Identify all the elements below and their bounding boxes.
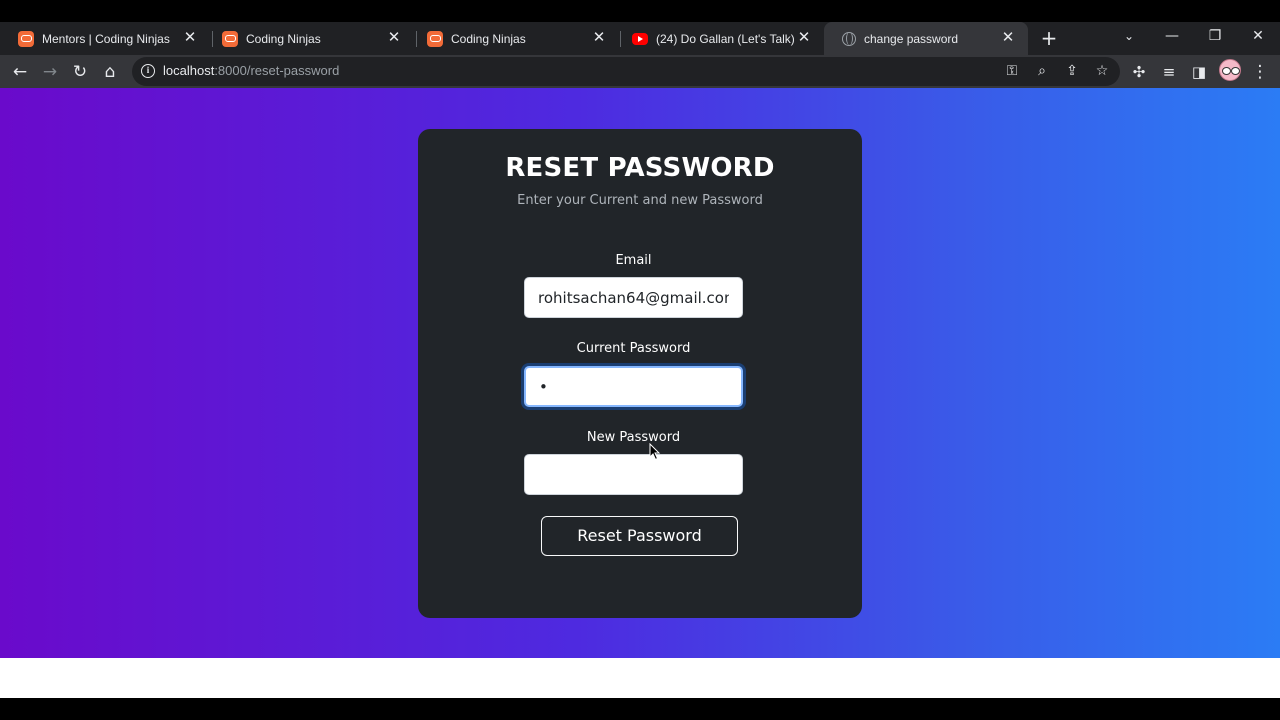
reload-icon[interactable]: ↻ — [67, 59, 93, 85]
tab-title: (24) Do Gallan (Let's Talk) - Yo — [656, 31, 798, 46]
media-queue-icon[interactable]: ≡ — [1156, 59, 1182, 85]
page-title: RESET PASSWORD — [505, 153, 775, 183]
page-footer-white — [0, 658, 1280, 698]
coding-ninjas-icon — [18, 30, 34, 47]
tab-title: change password — [864, 31, 959, 46]
tab-coding-ninjas-1[interactable]: Coding Ninjas ✕ — [204, 22, 414, 55]
zoom-icon[interactable]: ⌕ — [1031, 60, 1053, 82]
coding-ninjas-icon — [427, 30, 443, 47]
close-icon[interactable]: ✕ — [182, 30, 198, 46]
back-arrow-icon[interactable]: ← — [7, 59, 33, 85]
key-icon[interactable]: ⚿ — [1001, 60, 1023, 82]
address-bar[interactable]: i localhost:8000/reset-password ⚿ ⌕ ⇪ ☆ — [132, 57, 1120, 86]
tab-title: Mentors | Coding Ninjas — [42, 31, 170, 46]
close-icon[interactable]: ✕ — [1000, 30, 1016, 46]
video-letterbox-bottom — [0, 698, 1280, 720]
restore-icon[interactable]: ❐ — [1194, 22, 1236, 52]
tab-title: Coding Ninjas — [451, 31, 526, 46]
tab-mentors[interactable]: Mentors | Coding Ninjas ✕ — [0, 22, 210, 55]
email-label: Email — [615, 253, 652, 268]
coding-ninjas-icon — [222, 30, 238, 47]
youtube-icon — [632, 32, 648, 45]
new-password-label: New Password — [586, 430, 681, 445]
globe-icon — [842, 31, 856, 46]
tab-change-password[interactable]: change password ✕ — [824, 22, 1028, 55]
minimize-icon[interactable]: — — [1151, 22, 1193, 52]
mouse-pointer-icon — [649, 443, 661, 461]
menu-kebab-icon[interactable]: ⋮ — [1247, 59, 1273, 85]
current-password-field[interactable] — [524, 366, 743, 407]
page-background: RESET PASSWORD Enter your Current and ne… — [0, 88, 1280, 658]
tab-title: Coding Ninjas — [246, 31, 321, 46]
close-icon[interactable]: ✕ — [591, 30, 607, 46]
close-icon[interactable]: ✕ — [386, 30, 402, 46]
tab-youtube[interactable]: (24) Do Gallan (Let's Talk) - Yo ✕ — [614, 22, 824, 55]
browser-toolbar: ← → ↻ ⌂ i localhost:8000/reset-password … — [0, 55, 1280, 88]
tab-search-chevron-icon[interactable]: ⌄ — [1108, 22, 1150, 52]
close-window-icon[interactable]: ✕ — [1237, 22, 1279, 52]
share-icon[interactable]: ⇪ — [1061, 60, 1083, 82]
forward-arrow-icon[interactable]: → — [37, 59, 63, 85]
star-icon[interactable]: ☆ — [1091, 60, 1113, 82]
info-icon[interactable]: i — [141, 64, 155, 78]
new-tab-button[interactable]: + — [1038, 27, 1060, 49]
profile-avatar[interactable] — [1219, 59, 1241, 81]
reset-password-button[interactable]: Reset Password — [541, 516, 738, 556]
home-icon[interactable]: ⌂ — [97, 59, 123, 85]
reset-password-card: RESET PASSWORD Enter your Current and ne… — [418, 129, 862, 618]
current-password-label: Current Password — [576, 341, 691, 356]
tab-coding-ninjas-2[interactable]: Coding Ninjas ✕ — [409, 22, 619, 55]
tab-strip: Mentors | Coding Ninjas ✕ Coding Ninjas … — [0, 22, 1280, 55]
side-panel-icon[interactable]: ◨ — [1186, 59, 1212, 85]
close-icon[interactable]: ✕ — [796, 30, 812, 46]
video-letterbox-top — [0, 0, 1280, 22]
extensions-icon[interactable]: ✣ — [1126, 59, 1152, 85]
url-text[interactable]: localhost:8000/reset-password — [163, 63, 339, 78]
new-password-field[interactable] — [524, 454, 743, 495]
email-field[interactable] — [524, 277, 743, 318]
page-subtitle: Enter your Current and new Password — [517, 193, 763, 208]
